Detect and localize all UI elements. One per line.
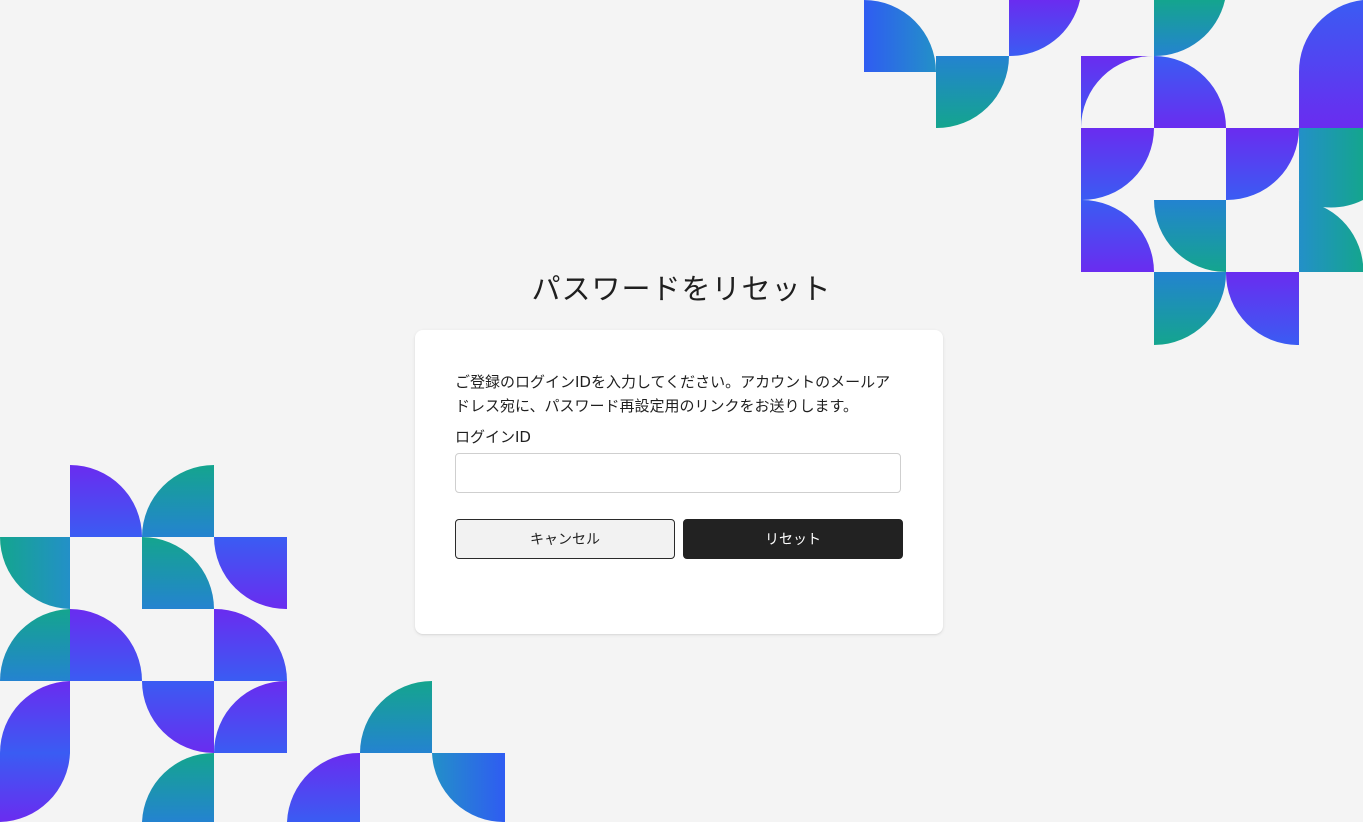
page-title: パスワードをリセット — [531, 272, 832, 306]
cancel-button[interactable]: キャンセル — [455, 519, 675, 559]
reset-password-card: ご登録のログインIDを入力してください。アカウントのメールアドレス宛に、パスワー… — [415, 330, 943, 634]
form-actions: キャンセル リセット — [455, 519, 903, 559]
login-id-input[interactable] — [455, 453, 901, 493]
instruction-text: ご登録のログインIDを入力してください。アカウントのメールアドレス宛に、パスワー… — [455, 373, 891, 415]
reset-button[interactable]: リセット — [683, 519, 903, 559]
login-id-label: ログインID — [455, 428, 531, 446]
